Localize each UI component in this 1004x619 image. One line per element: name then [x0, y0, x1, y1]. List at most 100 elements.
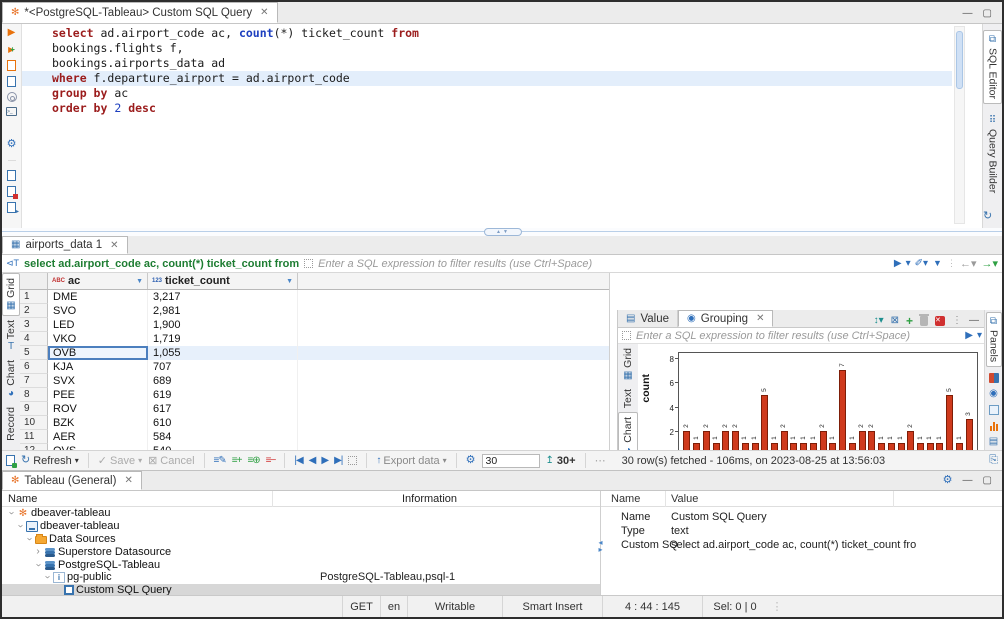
status-selection[interactable]: Sel: 0 | 0	[702, 596, 767, 617]
expand-filter-icon[interactable]	[622, 331, 631, 340]
status-drag-handle[interactable]: ⋮	[767, 596, 787, 617]
column-header-ticket-count[interactable]: 123 ticket_count ▼	[148, 273, 298, 289]
focus-row-icon[interactable]	[348, 456, 357, 465]
cell-ticket-count[interactable]: 1,055	[148, 346, 298, 360]
cell-ac[interactable]: OVB	[48, 346, 148, 360]
close-icon[interactable]: ✕	[260, 7, 268, 18]
table-row[interactable]: 7SVX689	[20, 374, 609, 388]
execute-new-tab-button[interactable]: ▶+	[8, 43, 15, 55]
table-row[interactable]: 6KJA707	[20, 360, 609, 374]
minimize-panel-icon[interactable]: —	[963, 475, 973, 486]
table-row[interactable]: 2SVO2,981	[20, 304, 609, 318]
sql-line[interactable]: group by ac	[22, 86, 952, 101]
tab-grouping-text[interactable]: Text	[618, 385, 638, 412]
calc-panel-icon[interactable]	[989, 405, 999, 415]
editor-tab[interactable]: ✻ *<PostgreSQL-Tableau> Custom SQL Query…	[2, 2, 278, 23]
close-icon[interactable]: ✕	[124, 475, 132, 486]
cell-ticket-count[interactable]: 1,719	[148, 332, 298, 346]
expander-icon[interactable]: ›	[15, 521, 25, 531]
clear-all-icon[interactable]: ✕	[935, 316, 945, 326]
cell-ticket-count[interactable]: 617	[148, 402, 298, 416]
sql-line[interactable]: select ad.airport_code ac, count(*) tick…	[22, 26, 952, 41]
row-number[interactable]: 7	[20, 374, 48, 388]
explain-plan-button[interactable]	[7, 76, 16, 87]
tab-grid[interactable]: Grid ▦	[2, 273, 20, 316]
tab-tableau-general[interactable]: ✻ Tableau (General) ✕	[2, 471, 142, 490]
cell-ac[interactable]: KJA	[48, 360, 148, 374]
expand-filter-icon[interactable]	[304, 259, 313, 268]
results-filterbar[interactable]: ⊲T select ad.airport_code ac, count(*) t…	[2, 255, 1002, 273]
tab-value[interactable]: ▤ Value	[618, 310, 678, 327]
close-icon[interactable]: ✕	[756, 313, 764, 324]
table-row[interactable]: 1DME3,217	[20, 290, 609, 304]
nav-forward-icon[interactable]: →▾	[981, 257, 998, 270]
table-row[interactable]: 9ROV617	[20, 402, 609, 416]
delete-row-icon[interactable]: ≡−	[266, 455, 276, 466]
row-number[interactable]: 6	[20, 360, 48, 374]
filter-settings-icon[interactable]: ✐▾	[915, 259, 928, 269]
table-row[interactable]: 3LED1,900	[20, 318, 609, 332]
property-row[interactable]: NameCustom SQL Query	[601, 511, 1003, 525]
filter-placeholder[interactable]: Enter a SQL expression to filter results…	[318, 258, 889, 270]
cell-ticket-count[interactable]: 610	[148, 416, 298, 430]
edit-cell-icon[interactable]: ≡✎	[214, 455, 226, 466]
status-cursor-position[interactable]: 4 : 44 : 145	[602, 596, 702, 617]
execute-script-button[interactable]	[7, 60, 16, 71]
property-row[interactable]: Typetext	[601, 525, 1003, 539]
cell-ac[interactable]: DME	[48, 290, 148, 304]
filter-dropdown-icon[interactable]: ▾	[977, 331, 981, 341]
tree-item-superstore-datasource[interactable]: ›Superstore Datasource	[2, 545, 600, 558]
clear-grouping-icon[interactable]: ⊠	[891, 316, 899, 326]
record-icon[interactable]	[6, 455, 15, 466]
previous-row-icon[interactable]: ◀	[309, 455, 316, 466]
cell-ticket-count[interactable]: 1,900	[148, 318, 298, 332]
duplicate-row-icon[interactable]: ≡⊕	[247, 455, 259, 466]
editor-results-splitter[interactable]: ▲▼	[2, 228, 1002, 236]
grouping-panel-icon[interactable]: ◉	[989, 389, 998, 399]
editor-settings-icon[interactable]: ⚙	[7, 139, 17, 150]
fetch-size-input[interactable]	[482, 454, 540, 468]
cell-ac[interactable]: LED	[48, 318, 148, 332]
column-header-ac[interactable]: ABC ac ▼	[48, 273, 148, 289]
tree-item-dbeaver-tableau[interactable]: ›✻dbeaver-tableau	[2, 507, 600, 520]
tab-record[interactable]: Record	[2, 403, 20, 445]
expander-icon[interactable]: ›	[33, 547, 43, 557]
filter-dropdown-icon[interactable]: ▾	[906, 259, 910, 269]
nav-back-icon[interactable]: ←▾	[960, 257, 977, 270]
table-row[interactable]: 4VKO1,719	[20, 332, 609, 346]
table-row[interactable]: 10BZK610	[20, 416, 609, 430]
next-row-icon[interactable]: ▶	[321, 455, 328, 466]
tab-grouping-grid[interactable]: Grid ▦	[618, 344, 638, 385]
expander-icon[interactable]: ›	[24, 534, 34, 544]
cell-ticket-count[interactable]: 2,981	[148, 304, 298, 318]
cell-ac[interactable]: SVO	[48, 304, 148, 318]
tree-item-postgresql-tableau[interactable]: ›PostgreSQL-Tableau	[2, 558, 600, 571]
refresh-button[interactable]: ↻Refresh▾	[21, 455, 79, 467]
sql-code-area[interactable]: select ad.airport_code ac, count(*) tick…	[22, 26, 952, 226]
cell-ticket-count[interactable]: 707	[148, 360, 298, 374]
maximize-panel-icon[interactable]: ▢	[983, 475, 992, 486]
sql-line[interactable]: bookings.airports_data ad	[22, 56, 952, 71]
tree-item-pg-public[interactable]: ›ipg-publicPostgreSQL-Tableau,psql-1	[2, 571, 600, 584]
fetch-more-button[interactable]: ↥30+	[546, 455, 576, 467]
row-number[interactable]: 1	[20, 290, 48, 304]
sql-line[interactable]: where f.departure_airport = ad.airport_c…	[22, 71, 952, 86]
row-number[interactable]: 10	[20, 416, 48, 430]
tab-grouping[interactable]: ◉ Grouping ✕	[678, 310, 773, 327]
panel-settings-icon[interactable]: ⚙	[943, 475, 953, 486]
cell-ticket-count[interactable]: 584	[148, 430, 298, 444]
cell-ticket-count[interactable]: 619	[148, 388, 298, 402]
expander-icon[interactable]: ›	[42, 572, 52, 582]
row-number[interactable]: 8	[20, 388, 48, 402]
refresh-icon[interactable]: ↻	[983, 211, 992, 222]
column-filter-icon[interactable]: ▼	[136, 278, 143, 285]
column-filter-icon[interactable]: ▼	[286, 278, 293, 285]
add-row-icon[interactable]: ≡+	[232, 455, 242, 466]
tree-item-dbeaver-tableau[interactable]: ›dbeaver-tableau	[2, 520, 600, 533]
tree-item-data-sources[interactable]: ›Data Sources	[2, 533, 600, 546]
property-row[interactable]: Custom SQselect ad.airport_code ac, coun…	[601, 539, 1003, 553]
aggregate-icon[interactable]	[990, 421, 998, 431]
sql-console-icon[interactable]: >_	[6, 107, 17, 116]
save-button[interactable]: ✓Save▾	[98, 454, 142, 467]
sql-line[interactable]: bookings.flights f,	[22, 41, 952, 56]
